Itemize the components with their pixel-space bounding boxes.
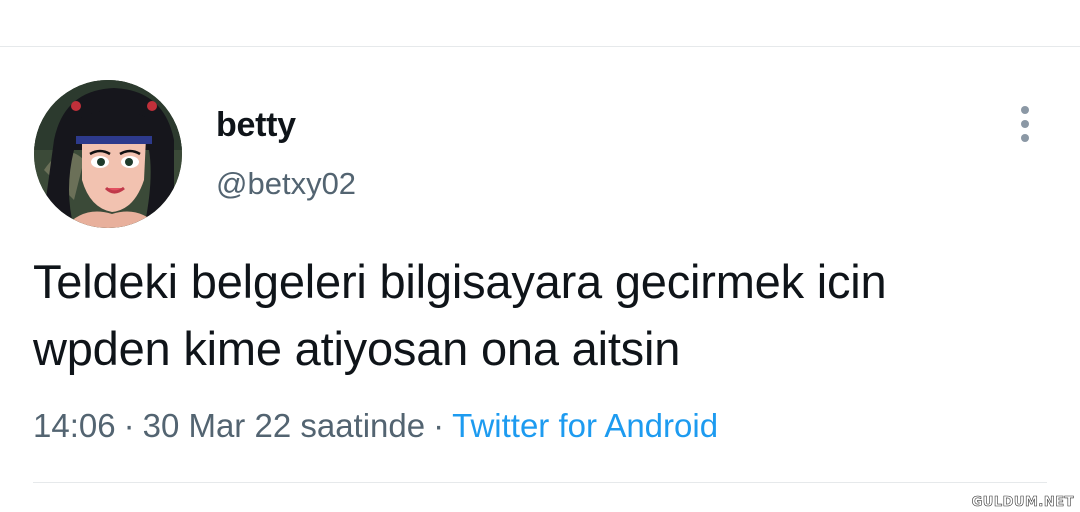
avatar[interactable]	[34, 80, 182, 228]
more-vertical-icon[interactable]	[1010, 104, 1040, 144]
tweet-text: Teldeki belgeleri bilgisayara gecirmek i…	[33, 248, 1063, 382]
bottom-divider	[33, 482, 1047, 483]
top-divider	[0, 46, 1080, 47]
display-name[interactable]: betty	[216, 103, 296, 147]
watermark-logo: GULDUM.NET	[971, 495, 1074, 511]
tweet-source-link[interactable]: Twitter for Android	[452, 407, 718, 444]
tweet-text-line-1: Teldeki belgeleri bilgisayara gecirmek i…	[33, 255, 887, 308]
tweet-date[interactable]: 30 Mar 22 saatinde	[143, 407, 426, 444]
meta-separator: ·	[123, 407, 135, 444]
avatar-image	[34, 80, 182, 228]
user-handle[interactable]: @betxy02	[216, 162, 356, 206]
meta-separator: ·	[433, 407, 445, 444]
tweet-time[interactable]: 14:06	[33, 407, 116, 444]
tweet-meta: 14:06 · 30 Mar 22 saatinde · Twitter for And…	[33, 402, 718, 450]
tweet-text-line-2: wpden kime atiyosan ona aitsin	[33, 322, 681, 375]
